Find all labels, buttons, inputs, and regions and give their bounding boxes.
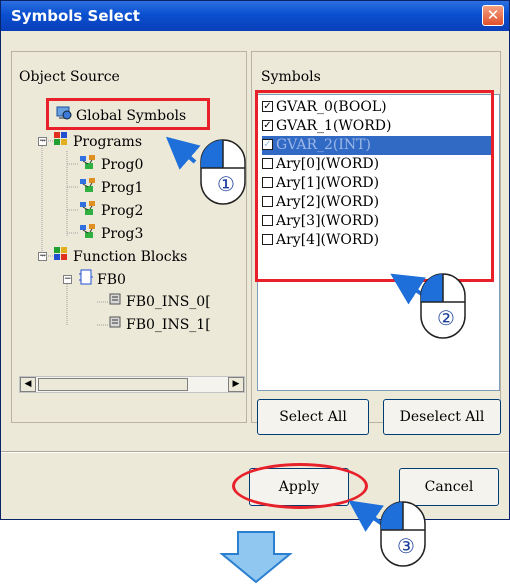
next-step-down-arrow-icon: [218, 530, 294, 588]
step-number: ①: [217, 172, 235, 196]
mouse-click-icon-step1: ①: [198, 138, 248, 210]
step-number: ②: [437, 306, 455, 330]
step-number: ③: [397, 534, 415, 558]
mouse-click-icon-step3: ③: [378, 500, 428, 572]
mouse-click-icon-step2: ②: [418, 272, 468, 344]
